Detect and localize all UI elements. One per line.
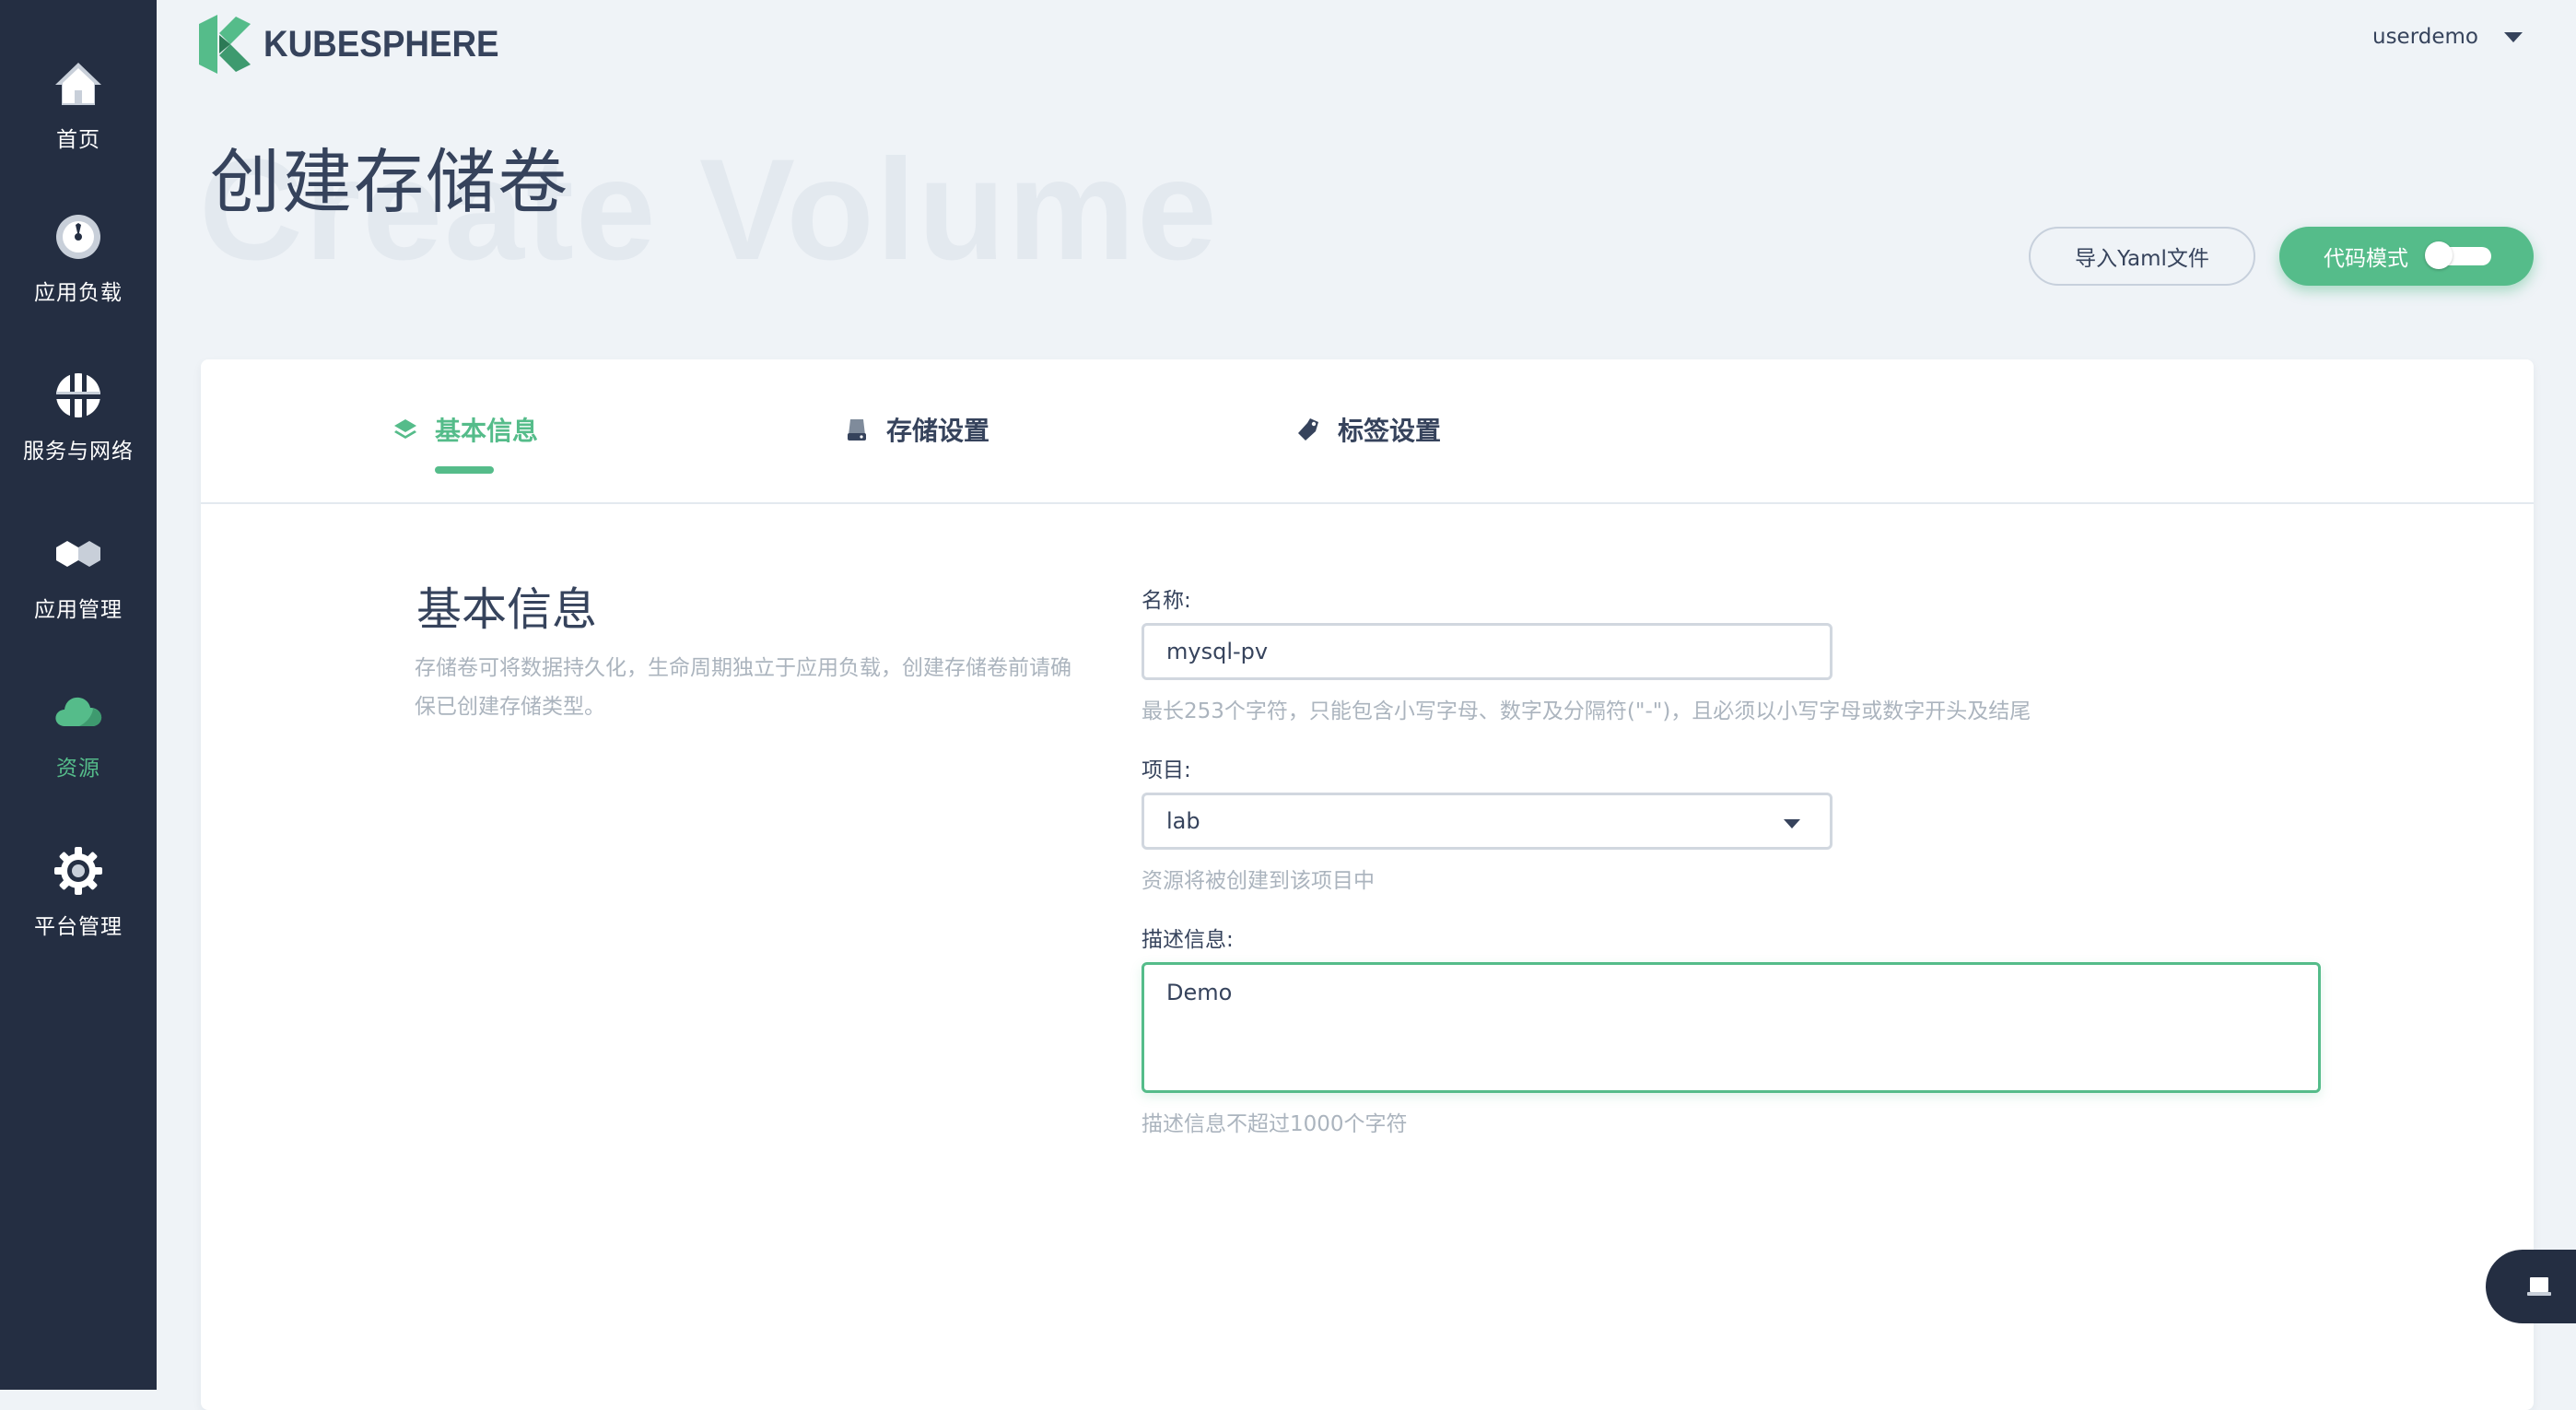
import-yaml-button[interactable]: 导入Yaml文件 <box>2029 227 2255 286</box>
tab-storage-settings[interactable]: 存储设置 <box>844 411 989 448</box>
toolbox-button[interactable] <box>2486 1250 2576 1323</box>
project-hint: 资源将被创建到该项目中 <box>1142 869 1375 893</box>
toolbox-icon <box>2527 1277 2551 1296</box>
sidebar: 首页 应用负载 服务与网络 应用管理 资源 平台管理 <box>0 0 157 1390</box>
section-description: 存储卷可将数据持久化，生命周期独立于应用负载，创建存储卷前请确 保已创建存储类型… <box>415 649 1133 726</box>
sidebar-item-home[interactable]: 首页 <box>0 57 157 195</box>
dashboard-icon <box>56 215 100 259</box>
section-title: 基本信息 <box>416 583 598 636</box>
page-title: 创建存储卷 <box>210 141 569 223</box>
layers-icon <box>394 419 416 439</box>
username: userdemo <box>2372 25 2478 49</box>
storage-icon <box>848 419 866 441</box>
brand-logo[interactable]: KUBESPHERE <box>199 15 520 74</box>
sidebar-item-label: 应用负载 <box>34 281 123 305</box>
sidebar-item-label: 资源 <box>56 757 100 781</box>
chevron-down-icon <box>1784 819 1800 828</box>
tab-label: 存储设置 <box>886 416 990 446</box>
tab-label: 标签设置 <box>1338 416 1442 446</box>
user-menu[interactable]: userdemo <box>2372 25 2523 49</box>
tab-label-settings[interactable]: 标签设置 <box>1295 411 1441 448</box>
gear-icon <box>54 847 102 895</box>
import-yaml-label: 导入Yaml文件 <box>2075 247 2209 271</box>
name-input[interactable]: mysql-pv <box>1142 623 1832 680</box>
kubesphere-logo-icon <box>199 15 251 74</box>
code-mode-toggle-button[interactable]: 代码模式 <box>2279 227 2534 286</box>
sidebar-item-workloads[interactable]: 应用负载 <box>0 210 157 348</box>
sidebar-item-network[interactable]: 服务与网络 <box>0 369 157 507</box>
name-input-value: mysql-pv <box>1166 639 1269 664</box>
description-value: Demo <box>1166 980 1233 1005</box>
toggle-switch-icon[interactable] <box>2425 241 2491 269</box>
sidebar-item-label: 平台管理 <box>34 915 123 939</box>
network-icon <box>56 373 100 417</box>
sidebar-item-platform[interactable]: 平台管理 <box>0 844 157 982</box>
create-form-card: 基本信息 存储设置 标签设置 基本信息 存储卷可将数据持久化，生命周期独立于应用… <box>201 359 2534 1410</box>
sidebar-item-label: 首页 <box>56 128 100 152</box>
sidebar-item-apps[interactable]: 应用管理 <box>0 527 157 665</box>
section-description-line: 存储卷可将数据持久化，生命周期独立于应用负载，创建存储卷前请确 <box>415 656 1071 680</box>
tab-label: 基本信息 <box>435 416 539 446</box>
brand-name: KUBESPHERE <box>263 23 499 65</box>
step-tabs: 基本信息 存储设置 标签设置 <box>201 359 2534 504</box>
project-select-value: lab <box>1166 808 1200 834</box>
sidebar-item-resources[interactable]: 资源 <box>0 686 157 824</box>
tab-basic-info[interactable]: 基本信息 <box>392 411 538 448</box>
name-hint: 最长253个字符，只能包含小写字母、数字及分隔符("-")，且必须以小写字母或数… <box>1142 699 2032 723</box>
description-label: 描述信息: <box>1142 928 1234 952</box>
project-label: 项目: <box>1142 758 1191 782</box>
appstore-icon <box>56 541 100 567</box>
cloud-icon <box>55 697 102 726</box>
home-icon <box>55 63 101 105</box>
section-description-line: 保已创建存储类型。 <box>415 695 605 719</box>
sidebar-item-label: 服务与网络 <box>23 440 134 464</box>
code-mode-label: 代码模式 <box>2324 247 2408 271</box>
tag-icon <box>1298 418 1318 441</box>
description-hint: 描述信息不超过1000个字符 <box>1142 1112 1408 1136</box>
project-select[interactable]: lab <box>1142 793 1832 850</box>
active-tab-indicator <box>435 466 494 474</box>
description-textarea[interactable]: Demo <box>1142 962 2321 1093</box>
name-label: 名称: <box>1142 589 1191 613</box>
sidebar-item-label: 应用管理 <box>34 598 123 622</box>
chevron-down-icon <box>2504 31 2523 42</box>
